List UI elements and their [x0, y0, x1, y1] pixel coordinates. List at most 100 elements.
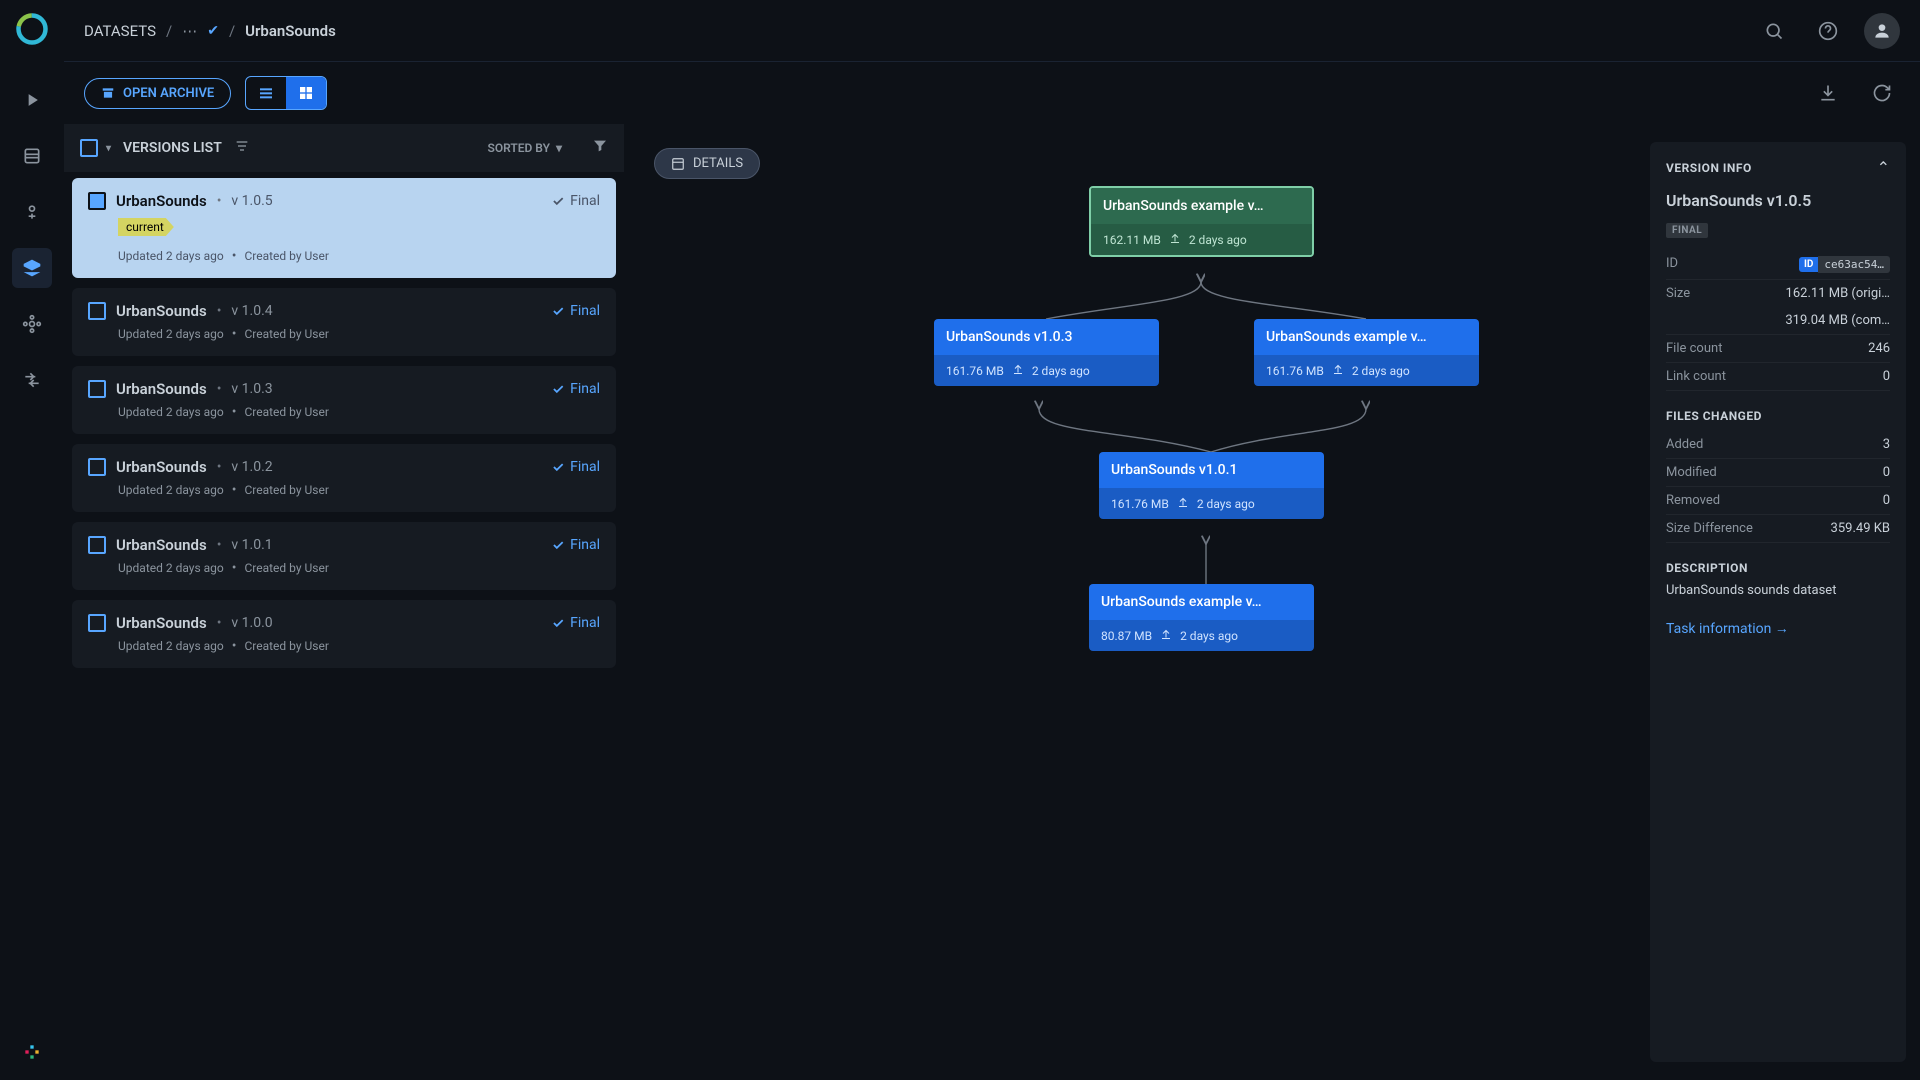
version-card[interactable]: UrbanSounds•v 1.0.3 FinalUpdated 2 days … [72, 366, 616, 434]
node-age: 2 days ago [1032, 364, 1090, 378]
search-icon[interactable] [1756, 13, 1792, 49]
refresh-icon[interactable] [1864, 75, 1900, 111]
node-title: UrbanSounds v1.0.3 [934, 319, 1159, 355]
nav-item-2[interactable] [12, 136, 52, 176]
version-name: UrbanSounds [116, 380, 207, 398]
graph-node[interactable]: UrbanSounds example v…161.76 MB2 days ag… [1254, 319, 1479, 386]
upload-icon [1012, 363, 1024, 378]
version-number: v 1.0.1 [231, 537, 272, 553]
final-badge: FINAL [1666, 223, 1708, 238]
node-size: 161.76 MB [946, 364, 1004, 378]
version-checkbox[interactable] [88, 302, 106, 320]
version-status: Final [551, 537, 600, 553]
id-label: ID [1666, 256, 1678, 273]
description-heading: DESCRIPTION [1666, 561, 1890, 575]
version-name: UrbanSounds [116, 458, 207, 476]
task-info-link[interactable]: Task information → [1666, 620, 1789, 637]
graph-area[interactable]: DETAILS UrbanSounds example v…162.11 MB2… [624, 124, 1920, 1080]
version-checkbox[interactable] [88, 380, 106, 398]
info-version-title: UrbanSounds v1.0.5 [1666, 191, 1890, 210]
breadcrumb-sep-2: / [229, 22, 235, 40]
version-info-panel: VERSION INFO ⌃ UrbanSounds v1.0.5 FINAL … [1650, 142, 1906, 1062]
upload-icon [1160, 628, 1172, 643]
node-title: UrbanSounds example v… [1254, 319, 1479, 355]
version-created-by: Created by User [244, 483, 328, 497]
graph-node[interactable]: UrbanSounds v1.0.3 161.76 MB 2 days ago [934, 319, 1159, 386]
version-number: v 1.0.3 [231, 381, 272, 397]
breadcrumb-leaf: UrbanSounds [245, 22, 336, 40]
version-created-by: Created by User [244, 405, 328, 419]
graph-node[interactable]: UrbanSounds example v…162.11 MB2 days ag… [1089, 186, 1314, 257]
version-number: v 1.0.2 [231, 459, 272, 475]
topbar: DATASETS / ⋯ ✔ / UrbanSounds [64, 0, 1920, 62]
version-created-by: Created by User [244, 249, 328, 263]
left-nav-rail [0, 0, 64, 1080]
size-label: Size [1666, 286, 1690, 301]
version-card[interactable]: UrbanSounds•v 1.0.4 FinalUpdated 2 days … [72, 288, 616, 356]
node-age: 2 days ago [1352, 364, 1410, 378]
nav-item-3[interactable] [12, 192, 52, 232]
select-caret-icon[interactable]: ▾ [106, 143, 111, 154]
versions-list-title: VERSIONS LIST [123, 140, 222, 156]
breadcrumb-root[interactable]: DATASETS [84, 22, 156, 40]
version-card[interactable]: UrbanSounds•v 1.0.5 FinalcurrentUpdated … [72, 178, 616, 278]
breadcrumb: DATASETS / ⋯ ✔ / UrbanSounds [84, 22, 336, 40]
select-all-checkbox[interactable] [80, 139, 98, 157]
avatar[interactable] [1864, 13, 1900, 49]
breadcrumb-sep: / [166, 22, 172, 40]
link-count: 0 [1883, 369, 1890, 384]
version-updated: Updated 2 days ago [118, 483, 224, 497]
info-heading: VERSION INFO [1666, 161, 1752, 175]
version-name: UrbanSounds [116, 192, 207, 210]
node-title: UrbanSounds example v… [1089, 584, 1314, 620]
version-status: Final [551, 615, 600, 631]
version-updated: Updated 2 days ago [118, 249, 224, 263]
breadcrumb-dots[interactable]: ⋯ [182, 22, 197, 40]
help-icon[interactable] [1810, 13, 1846, 49]
node-size: 161.76 MB [1111, 497, 1169, 511]
tune-icon[interactable] [234, 138, 250, 158]
version-checkbox[interactable] [88, 192, 106, 210]
nav-item-datasets[interactable] [12, 248, 52, 288]
version-created-by: Created by User [244, 561, 328, 575]
node-size: 80.87 MB [1101, 629, 1152, 643]
version-checkbox[interactable] [88, 458, 106, 476]
version-status: Final [551, 193, 600, 209]
filter-icon[interactable] [592, 138, 608, 158]
version-created-by: Created by User [244, 639, 328, 653]
version-checkbox[interactable] [88, 536, 106, 554]
version-card[interactable]: UrbanSounds•v 1.0.1 FinalUpdated 2 days … [72, 522, 616, 590]
version-number: v 1.0.5 [231, 193, 272, 209]
sorted-by-dropdown[interactable]: SORTED BY ▾ [488, 141, 563, 155]
nav-item-1[interactable] [12, 80, 52, 120]
versions-list: UrbanSounds•v 1.0.5 FinalcurrentUpdated … [64, 172, 624, 1080]
node-size: 162.11 MB [1103, 233, 1161, 247]
node-age: 2 days ago [1189, 233, 1247, 247]
nav-item-slack[interactable] [12, 1032, 52, 1072]
download-icon[interactable] [1810, 75, 1846, 111]
size-comp: 319.04 MB (com… [1785, 313, 1890, 328]
current-badge: current [118, 218, 174, 236]
files-changed-heading: FILES CHANGED [1666, 409, 1890, 423]
version-card[interactable]: UrbanSounds•v 1.0.0 FinalUpdated 2 days … [72, 600, 616, 668]
graph-node[interactable]: UrbanSounds v1.0.1161.76 MB2 days ago [1099, 452, 1324, 519]
nav-item-5[interactable] [12, 304, 52, 344]
nav-item-6[interactable] [12, 360, 52, 400]
version-name: UrbanSounds [116, 614, 207, 632]
open-archive-button[interactable]: OPEN ARCHIVE [84, 78, 231, 109]
version-created-by: Created by User [244, 327, 328, 341]
version-checkbox[interactable] [88, 614, 106, 632]
verified-icon: ✔ [207, 23, 219, 39]
graph-node[interactable]: UrbanSounds example v… 80.87 MB 2 days ago [1089, 584, 1314, 651]
version-card[interactable]: UrbanSounds•v 1.0.2 FinalUpdated 2 days … [72, 444, 616, 512]
collapse-icon[interactable]: ⌃ [1877, 158, 1890, 177]
description-text: UrbanSounds sounds dataset [1666, 583, 1890, 598]
version-status: Final [551, 381, 600, 397]
view-graph-button[interactable] [286, 77, 326, 109]
view-list-button[interactable] [246, 77, 286, 109]
id-badge[interactable]: ID ce63ac54… [1799, 256, 1890, 273]
upload-icon [1332, 363, 1344, 378]
logo[interactable] [11, 8, 53, 50]
version-number: v 1.0.4 [231, 303, 272, 319]
node-age: 2 days ago [1180, 629, 1238, 643]
